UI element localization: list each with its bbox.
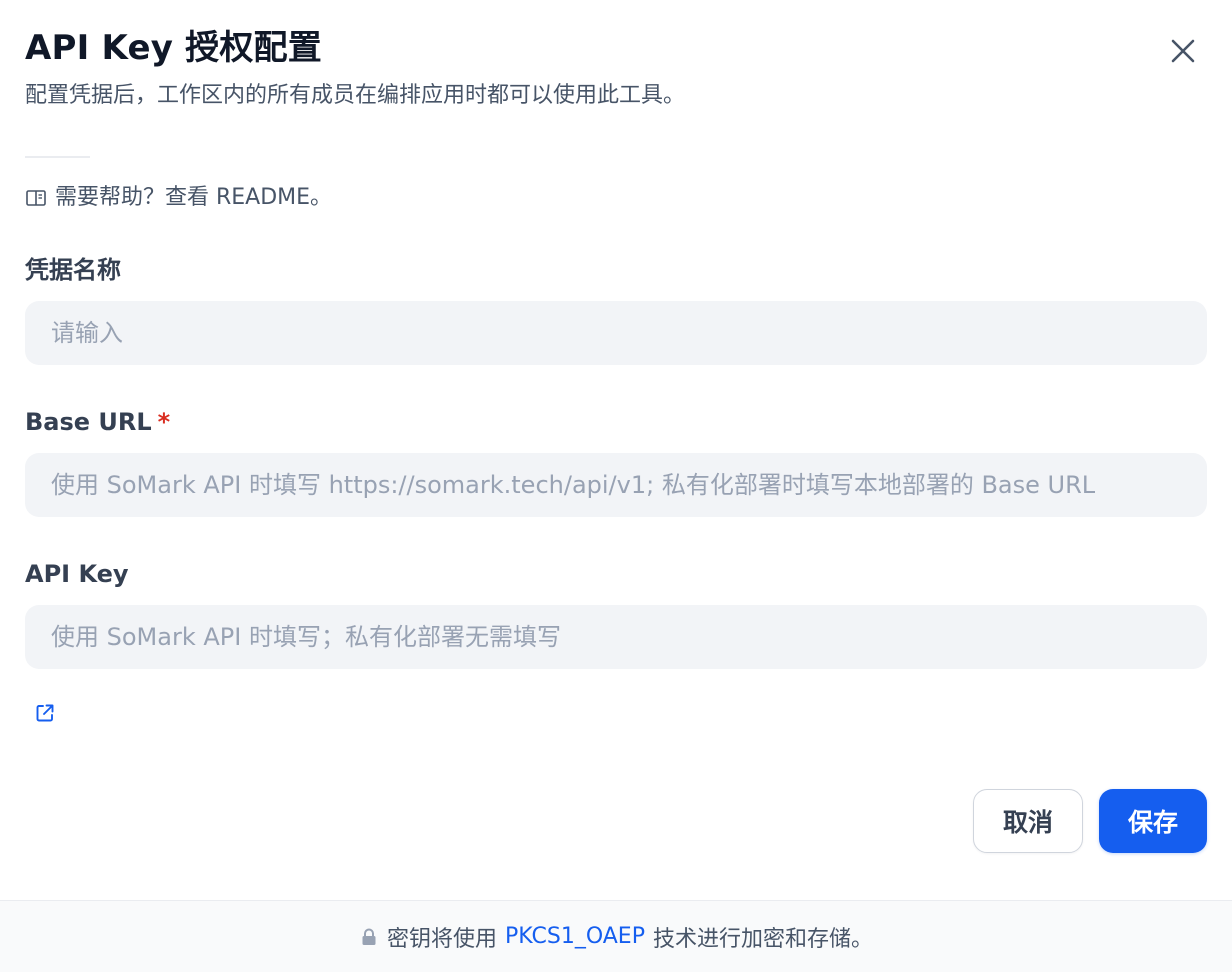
external-link-button[interactable] [34, 702, 56, 724]
lock-icon [359, 927, 379, 947]
credential-name-label-text: 凭据名称 [25, 256, 121, 284]
close-icon [1171, 39, 1195, 63]
book-icon [25, 187, 47, 209]
help-text: 需要帮助？查看 README。 [55, 185, 333, 210]
api-key-auth-dialog: API Key 授权配置 配置凭据后，工作区内的所有成员在编排应用时都可以使用此… [0, 0, 1232, 972]
credential-name-input[interactable] [25, 301, 1207, 365]
encryption-algorithm: PKCS1_OAEP [505, 924, 645, 949]
cancel-button[interactable]: 取消 [973, 789, 1083, 853]
help-link[interactable]: 需要帮助？查看 README。 [25, 182, 332, 214]
dialog-subtitle: 配置凭据后，工作区内的所有成员在编排应用时都可以使用此工具。 [25, 83, 686, 108]
api-key-label: API Key [25, 557, 129, 591]
base-url-label: Base URL * [25, 405, 170, 439]
footer-prefix: 密钥将使用 [387, 926, 498, 952]
api-key-label-text: API Key [25, 560, 129, 588]
external-link-icon [36, 704, 54, 722]
encryption-footer: 密钥将使用 PKCS1_OAEP 技术进行加密和存储。 [0, 900, 1232, 972]
divider [25, 156, 90, 158]
api-key-input[interactable] [25, 605, 1207, 669]
credential-name-label: 凭据名称 [25, 253, 121, 287]
required-marker: * [157, 408, 171, 436]
save-button[interactable]: 保存 [1099, 789, 1207, 853]
close-button[interactable] [1162, 30, 1204, 72]
dialog-title: API Key 授权配置 [25, 28, 322, 68]
footer-suffix: 技术进行加密和存储。 [652, 926, 873, 952]
base-url-label-text: Base URL [25, 408, 152, 436]
base-url-input[interactable] [25, 453, 1207, 517]
